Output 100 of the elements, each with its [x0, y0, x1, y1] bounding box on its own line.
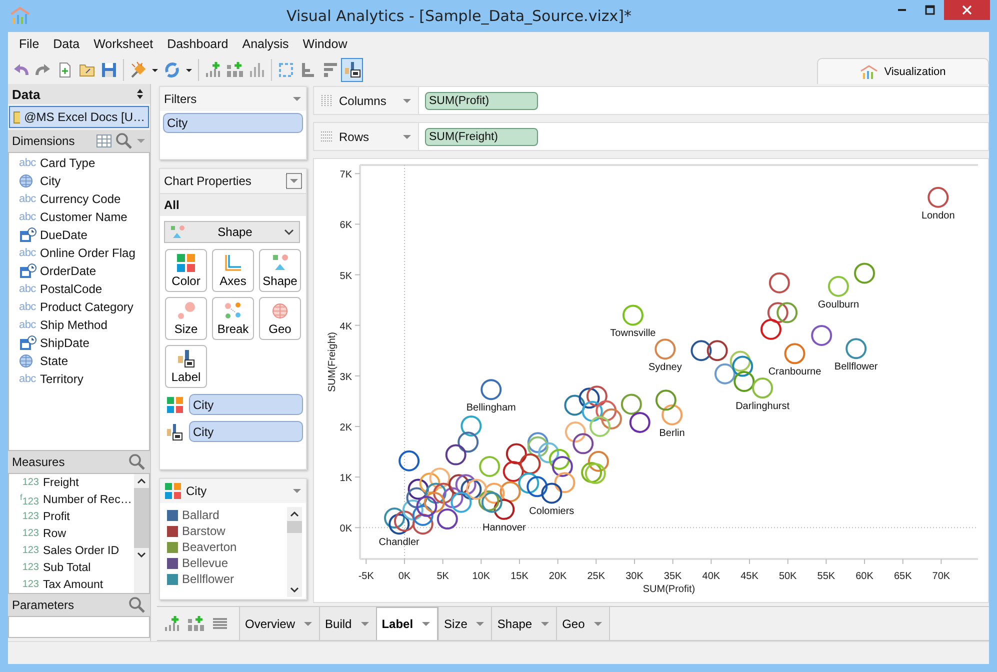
property-button[interactable]: Size [165, 297, 207, 340]
measure-item[interactable]: Sales Order ID [43, 544, 120, 556]
menu-item[interactable]: Window [296, 37, 354, 51]
measure-pill[interactable]: SUM(Freight) [425, 128, 538, 146]
data-point[interactable] [768, 272, 790, 294]
data-point[interactable] [406, 487, 428, 508]
data-point[interactable] [450, 492, 472, 513]
property-button[interactable]: Break [212, 297, 254, 340]
data-point[interactable] [572, 433, 594, 454]
data-point[interactable] [690, 340, 712, 362]
measure-item[interactable]: Row [43, 528, 66, 540]
data-point[interactable] [442, 487, 464, 508]
data-point[interactable] [394, 510, 415, 532]
dimension-item[interactable]: ShipDate [40, 336, 90, 350]
sheet-tab[interactable]: Shape [491, 607, 556, 640]
dimension-item[interactable]: Online Order Flag [40, 246, 136, 260]
data-point[interactable] [564, 422, 586, 443]
scroll-thumb[interactable] [287, 521, 302, 533]
sort-arrows-icon[interactable] [136, 88, 144, 100]
data-point[interactable] [402, 499, 424, 520]
data-point[interactable] [398, 450, 420, 472]
data-point[interactable] [518, 472, 540, 494]
data-point[interactable] [429, 468, 450, 489]
toolbar-button[interactable] [341, 58, 363, 82]
property-button[interactable]: Label [165, 345, 207, 388]
property-button[interactable]: Geo [259, 297, 301, 340]
measure-item[interactable]: Profit [43, 510, 70, 522]
dimension-item[interactable]: OrderDate [40, 264, 96, 278]
menu-item[interactable]: Dashboard [160, 37, 236, 51]
data-point[interactable] [629, 412, 650, 433]
measure-item[interactable]: Number of Rec… [43, 494, 132, 506]
mark-type-dropdown[interactable]: Shape [164, 221, 300, 243]
field-pill[interactable]: City [189, 421, 303, 442]
property-button[interactable]: Axes [212, 249, 254, 292]
search-icon[interactable] [128, 453, 146, 471]
data-point[interactable] [502, 461, 524, 482]
data-point[interactable] [480, 379, 502, 400]
data-point[interactable] [620, 394, 642, 415]
dimension-item[interactable]: Ship Method [40, 318, 108, 332]
data-point[interactable] [445, 444, 466, 466]
data-point[interactable] [526, 476, 548, 498]
data-point[interactable] [527, 436, 548, 458]
sheet-tab[interactable]: Build [319, 607, 376, 640]
scroll-thumb[interactable] [134, 488, 149, 548]
data-point[interactable] [554, 472, 576, 494]
data-point[interactable] [582, 400, 603, 422]
data-point[interactable] [433, 482, 454, 504]
dimension-item[interactable]: Currency Code [40, 192, 121, 206]
data-point[interactable] [552, 456, 573, 477]
data-point[interactable] [586, 386, 608, 407]
dimension-item[interactable]: DueDate [40, 228, 88, 242]
filter-pill[interactable]: City [163, 113, 303, 133]
data-source-item[interactable]: @MS Excel Docs [U… [9, 106, 149, 128]
menu-item[interactable]: Worksheet [86, 37, 160, 51]
sheet-tab[interactable]: Overview [239, 607, 320, 640]
data-point[interactable] [384, 508, 405, 529]
scrollbar[interactable] [134, 474, 149, 593]
field-pill[interactable]: City [189, 394, 303, 415]
menu-item[interactable]: Analysis [235, 37, 296, 51]
sheet-tab[interactable]: Geo [556, 607, 610, 640]
data-point[interactable] [458, 432, 479, 453]
data-point[interactable] [578, 388, 600, 409]
data-point[interactable] [408, 478, 429, 500]
data-point[interactable] [767, 302, 788, 324]
measure-item[interactable]: Sub Total [43, 562, 91, 574]
menu-item[interactable]: File [12, 37, 46, 51]
property-button[interactable]: Shape [259, 249, 301, 292]
data-point[interactable] [466, 478, 488, 500]
measure-pill[interactable]: SUM(Profit) [425, 92, 538, 110]
data-point[interactable] [541, 482, 562, 504]
dimension-item[interactable]: City [40, 174, 61, 188]
data-point[interactable] [548, 448, 570, 470]
sheet-tab[interactable]: Size [438, 607, 492, 640]
visualization-tab[interactable]: Visualization [817, 58, 989, 84]
data-point[interactable] [564, 394, 586, 416]
data-point[interactable] [494, 498, 515, 520]
menu-item[interactable]: Data [46, 37, 87, 51]
data-point[interactable] [425, 482, 446, 504]
data-point[interactable] [448, 474, 470, 496]
data-point[interactable] [416, 496, 438, 517]
close-button[interactable] [944, 0, 990, 20]
data-point[interactable] [520, 453, 541, 474]
data-point[interactable] [811, 324, 832, 346]
data-point[interactable] [538, 442, 560, 464]
property-button[interactable]: Color [165, 249, 207, 292]
data-point[interactable] [412, 505, 434, 526]
dimension-item[interactable]: Customer Name [40, 210, 128, 224]
search-icon[interactable] [115, 132, 133, 150]
data-point[interactable] [436, 508, 458, 530]
scrollbar[interactable] [287, 507, 302, 597]
data-point[interactable] [412, 514, 434, 535]
data-point[interactable] [506, 443, 527, 464]
dimension-item[interactable]: Product Category [40, 300, 134, 314]
search-icon[interactable] [128, 596, 146, 614]
measure-item[interactable]: Freight [43, 476, 79, 488]
data-point[interactable] [928, 186, 949, 208]
data-point[interactable] [419, 472, 440, 494]
data-point[interactable] [596, 400, 617, 422]
caret-icon[interactable] [286, 173, 302, 189]
data-point[interactable] [500, 481, 521, 502]
